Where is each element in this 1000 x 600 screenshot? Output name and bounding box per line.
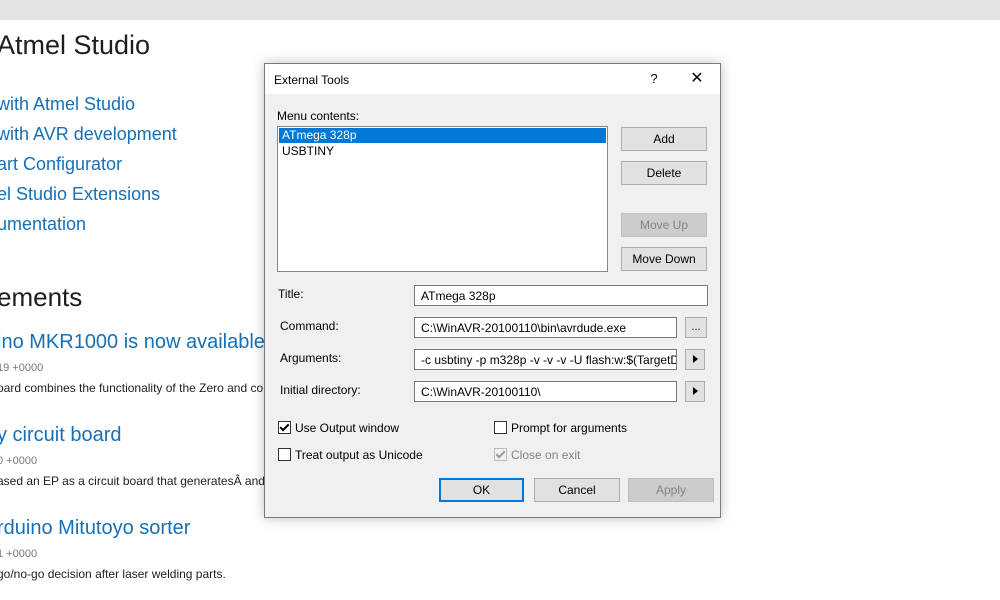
news-text: oard combines the functionality of the Z… xyxy=(0,381,264,395)
news-text: ased an EP as a circuit board that gener… xyxy=(0,474,275,488)
link-start-configurator[interactable]: art Configurator xyxy=(0,154,122,175)
browse-button[interactable]: ... xyxy=(685,317,707,338)
news-text: go/no-go decision after laser welding pa… xyxy=(0,567,226,581)
link-studio-extensions[interactable]: el Studio Extensions xyxy=(0,184,160,205)
move-up-button[interactable]: Move Up xyxy=(621,213,707,237)
apply-button[interactable]: Apply xyxy=(628,478,714,502)
dialog-title: External Tools xyxy=(274,73,350,87)
news-title[interactable]: y circuit board xyxy=(0,424,122,447)
news-date: 0 +0000 xyxy=(0,455,38,467)
right-arrow-icon xyxy=(692,387,698,396)
initial-directory-input[interactable]: C:\WinAVR-20100110\ xyxy=(414,381,677,402)
treat-output-unicode-checkbox[interactable]: Treat output as Unicode xyxy=(278,448,423,462)
close-button[interactable]: ✕ xyxy=(682,64,712,94)
checkbox-checked-icon xyxy=(494,448,507,461)
checkbox-checked-icon xyxy=(278,421,291,434)
menu-contents-list[interactable]: ATmega 328p USBTINY xyxy=(277,126,608,272)
prompt-for-arguments-checkbox[interactable]: Prompt for arguments xyxy=(494,421,627,435)
news-date: 19 +0000 xyxy=(0,362,44,374)
list-item[interactable]: USBTINY xyxy=(279,144,606,159)
checkbox-label: Use Output window xyxy=(295,421,400,435)
title-label: Title: xyxy=(278,287,304,301)
dialog-titlebar[interactable]: External Tools ? ✕ xyxy=(265,64,720,94)
link-documentation[interactable]: umentation xyxy=(0,214,86,235)
browser-top-bar xyxy=(0,0,1000,20)
close-on-exit-checkbox[interactable]: Close on exit xyxy=(494,448,580,462)
initial-directory-label: Initial directory: xyxy=(280,383,361,397)
announcements-heading: ements xyxy=(0,282,83,312)
cancel-button[interactable]: Cancel xyxy=(534,478,620,502)
news-title[interactable]: rduino Mitutoyo sorter xyxy=(0,517,190,540)
page-title: Atmel Studio xyxy=(0,30,151,60)
link-avr-development[interactable]: with AVR development xyxy=(0,124,177,145)
ok-button[interactable]: OK xyxy=(439,478,524,502)
checkbox-label: Prompt for arguments xyxy=(511,421,628,435)
initial-directory-menu-button[interactable] xyxy=(685,381,705,402)
news-title[interactable]: ino MKR1000 is now available xyxy=(0,331,265,354)
external-tools-dialog: External Tools ? ✕ Menu contents: ATmega… xyxy=(264,63,721,518)
list-item[interactable]: ATmega 328p xyxy=(279,128,606,143)
arguments-input[interactable]: -c usbtiny -p m328p -v -v -v -U flash:w:… xyxy=(414,349,677,370)
arguments-label: Arguments: xyxy=(280,351,342,365)
add-button[interactable]: Add xyxy=(621,127,707,151)
checkbox-label: Treat output as Unicode xyxy=(295,448,423,462)
command-input[interactable]: C:\WinAVR-20100110\bin\avrdude.exe xyxy=(414,317,677,338)
command-label: Command: xyxy=(280,319,339,333)
right-arrow-icon xyxy=(692,355,698,364)
link-getting-started[interactable]: with Atmel Studio xyxy=(0,94,135,115)
move-down-button[interactable]: Move Down xyxy=(621,247,707,271)
checkbox-label: Close on exit xyxy=(511,448,581,462)
help-button[interactable]: ? xyxy=(640,64,668,94)
arguments-menu-button[interactable] xyxy=(685,349,705,370)
use-output-window-checkbox[interactable]: Use Output window xyxy=(278,421,399,435)
title-input[interactable]: ATmega 328p xyxy=(414,285,708,306)
menu-contents-label: Menu contents: xyxy=(277,109,360,123)
checkbox-unchecked-icon xyxy=(494,421,507,434)
news-date: 1 +0000 xyxy=(0,548,38,560)
checkbox-unchecked-icon xyxy=(278,448,291,461)
delete-button[interactable]: Delete xyxy=(621,161,707,185)
